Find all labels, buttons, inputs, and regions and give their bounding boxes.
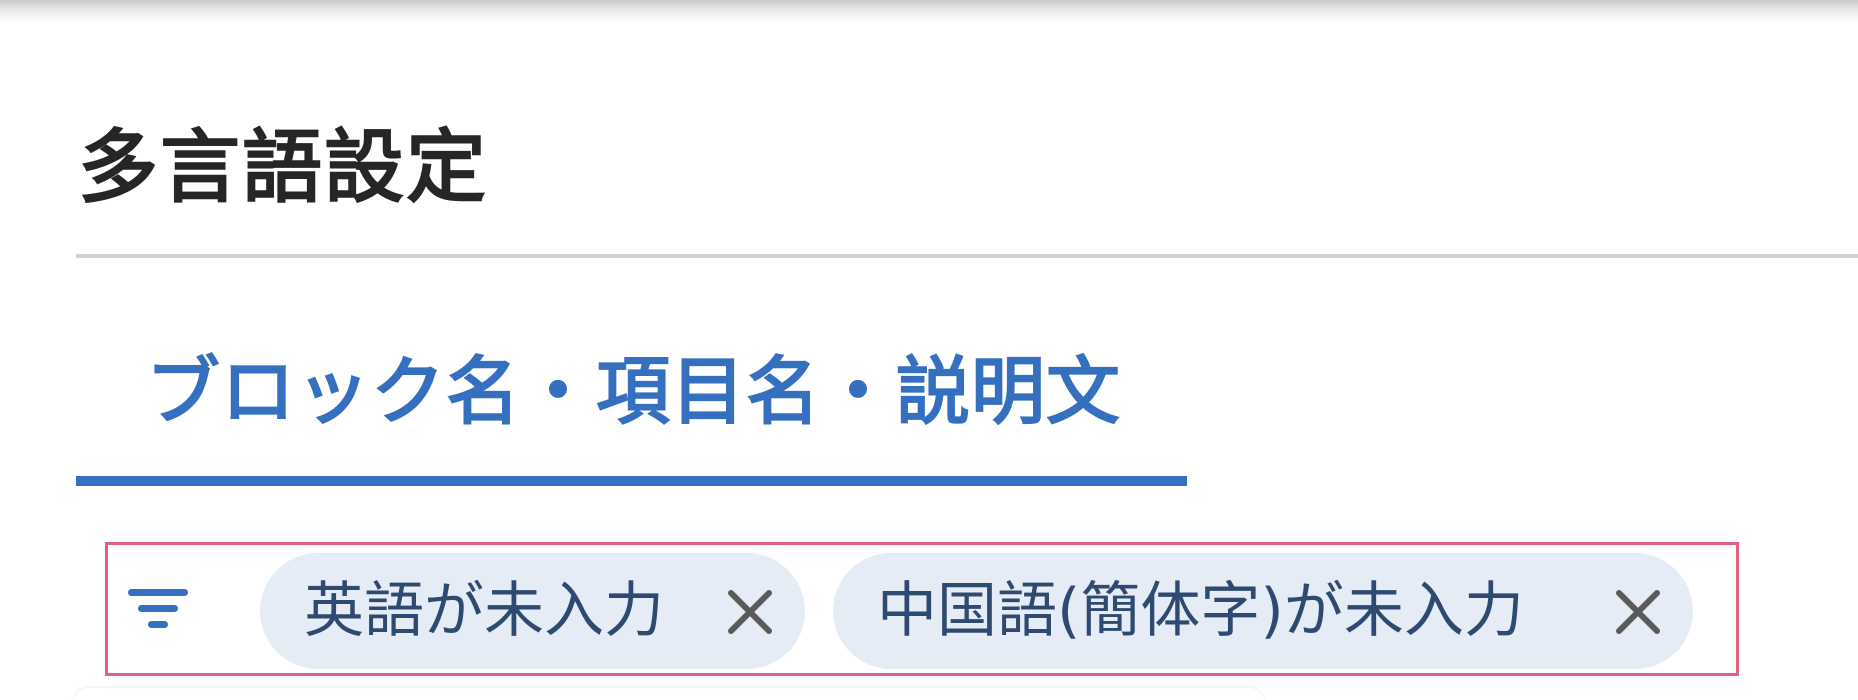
top-shadow: [0, 0, 1858, 22]
page-title: 多言語設定: [78, 121, 488, 214]
close-icon[interactable]: [1615, 589, 1661, 635]
filter-chip-chinese-simplified-empty[interactable]: 中国語(簡体字)が未入力: [833, 553, 1693, 669]
filter-icon[interactable]: [128, 583, 188, 635]
filter-chip-english-empty[interactable]: 英語が未入力: [260, 553, 805, 669]
title-divider: [76, 254, 1858, 258]
content-card-edge: [74, 688, 1264, 700]
filter-chip-label: 中国語(簡体字)が未入力: [877, 576, 1524, 646]
close-icon[interactable]: [727, 589, 773, 635]
screen: 多言語設定 ブロック名・項目名・説明文 英語が未入力 中国語(簡体字)が未入力: [0, 0, 1858, 700]
active-tab-indicator: [76, 476, 1187, 486]
filter-chip-label: 英語が未入力: [304, 576, 664, 646]
tab-block-item-description[interactable]: ブロック名・項目名・説明文: [76, 330, 1187, 486]
tab-label: ブロック名・項目名・説明文: [146, 349, 1121, 435]
filter-bar: 英語が未入力 中国語(簡体字)が未入力: [105, 542, 1739, 676]
